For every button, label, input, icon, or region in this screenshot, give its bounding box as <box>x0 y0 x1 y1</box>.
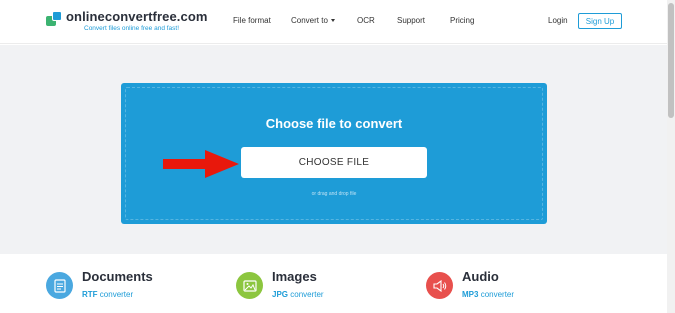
signup-button[interactable]: Sign Up <box>578 13 622 29</box>
upload-title: Choose file to convert <box>265 116 403 131</box>
category-title: Audio <box>462 269 499 284</box>
scrollbar-thumb[interactable] <box>668 3 674 118</box>
brand-name: onlineconvertfree.com <box>66 9 208 24</box>
speaker-icon <box>426 272 453 299</box>
mp3-converter-link[interactable]: MP3 converter <box>462 290 514 299</box>
category-title: Images <box>272 269 317 284</box>
document-icon <box>46 272 73 299</box>
page-scrollbar[interactable] <box>667 0 675 313</box>
nav-file-format[interactable]: File format <box>233 16 271 25</box>
nav-ocr[interactable]: OCR <box>357 16 375 25</box>
nav-support[interactable]: Support <box>397 16 425 25</box>
categories-section: Documents RTF converter Images JPG conve… <box>0 254 667 313</box>
brand-tagline: Convert files online free and fast! <box>84 25 180 32</box>
nav-pricing[interactable]: Pricing <box>450 16 474 25</box>
nav-convert-to[interactable]: Convert to <box>291 16 335 25</box>
category-title: Documents <box>82 269 153 284</box>
chevron-down-icon <box>330 19 335 23</box>
logo-icon <box>46 11 62 27</box>
site-logo[interactable]: onlineconvertfree.com Convert files onli… <box>46 10 208 33</box>
image-icon <box>236 272 263 299</box>
jpg-converter-link[interactable]: JPG converter <box>272 290 324 299</box>
choose-file-button[interactable]: CHOOSE FILE <box>241 147 427 178</box>
drag-drop-hint: or drag and drop file <box>311 191 357 197</box>
login-link[interactable]: Login <box>548 16 568 25</box>
red-arrow-icon <box>163 150 239 178</box>
site-header: onlineconvertfree.com Convert files onli… <box>0 0 667 44</box>
rtf-converter-link[interactable]: RTF converter <box>82 290 133 299</box>
